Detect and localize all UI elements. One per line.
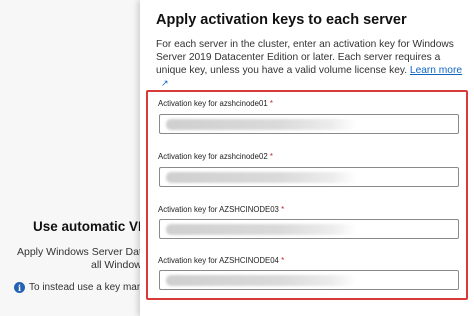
obscured-key-value (166, 224, 356, 235)
obscured-key-value (166, 172, 356, 183)
background-info-message: i To instead use a key manag (14, 282, 154, 293)
panel-description: For each server in the cluster, enter an… (156, 38, 466, 90)
activation-key-label-4: Activation key for AZSHCINODE04 * (158, 256, 285, 265)
background-info-text: To instead use a key manag (29, 282, 154, 293)
required-indicator: * (281, 256, 285, 265)
activation-key-label-3: Activation key for AZSHCINODE03 * (158, 205, 285, 214)
background-heading: Use automatic VM (33, 219, 150, 234)
required-indicator: * (269, 152, 273, 161)
activation-key-input-4[interactable] (159, 270, 459, 290)
activation-keys-highlight: Activation key for azshcinode01 * Activa… (146, 90, 468, 300)
activation-key-input-1[interactable] (159, 114, 459, 134)
learn-more-link[interactable]: Learn more (410, 65, 462, 76)
background-description-line2: all Windows (91, 259, 148, 271)
activation-keys-panel: Apply activation keys to each server For… (140, 0, 474, 316)
panel-title: Apply activation keys to each server (156, 12, 407, 28)
activation-key-label-1: Activation key for azshcinode01 * (158, 99, 273, 108)
activation-key-input-2[interactable] (159, 167, 459, 187)
obscured-key-value (166, 275, 356, 286)
obscured-key-value (166, 119, 356, 130)
external-link-icon[interactable]: ↗ (161, 77, 169, 90)
activation-key-label-2: Activation key for azshcinode02 * (158, 152, 273, 161)
required-indicator: * (281, 205, 285, 214)
required-indicator: * (269, 99, 273, 108)
activation-key-input-3[interactable] (159, 219, 459, 239)
info-icon: i (14, 282, 25, 293)
